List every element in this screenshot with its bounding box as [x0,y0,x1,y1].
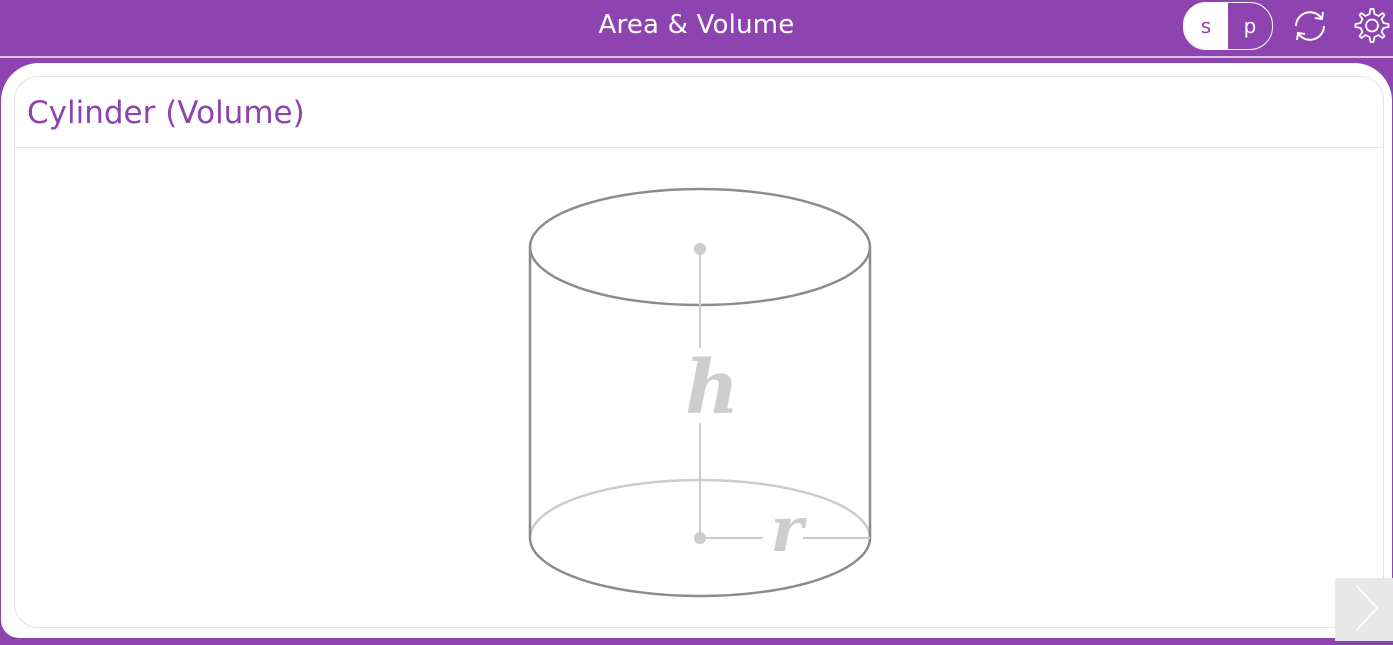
header-divider [0,56,1393,58]
gear-icon [1354,8,1390,43]
content-card: Cylinder (Volume) h r [1,63,1392,638]
next-button[interactable] [1335,578,1393,641]
toggle-p-option[interactable]: p [1228,3,1272,49]
chevron-right-icon [1356,585,1379,631]
mode-toggle[interactable]: s p [1183,2,1273,50]
height-label: h [685,345,739,431]
top-center-dot [694,243,706,255]
refresh-icon [1295,11,1325,41]
bottom-front-edge [528,537,872,598]
settings-button[interactable] [1350,4,1393,48]
cylinder-diagram: h r [528,187,872,598]
radius-label: r [771,493,808,566]
refresh-button[interactable] [1288,4,1332,48]
top-bar: Area & Volume s p [0,0,1393,56]
toggle-s-option[interactable]: s [1184,3,1228,49]
